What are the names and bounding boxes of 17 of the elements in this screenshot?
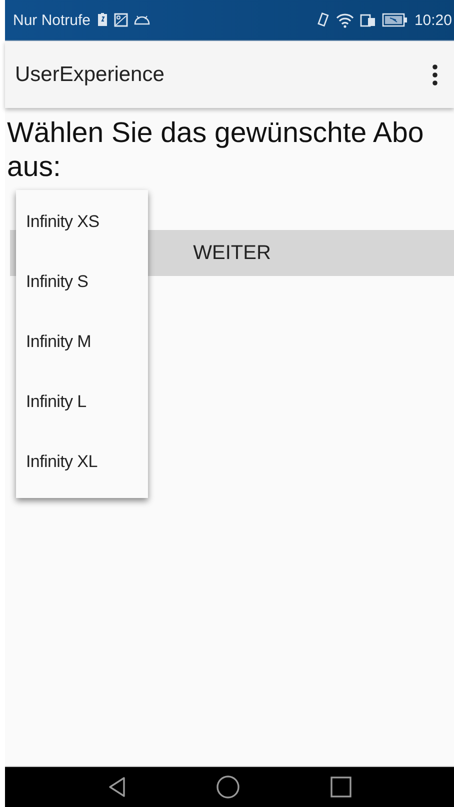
sim-icon	[360, 13, 376, 27]
overflow-menu-icon[interactable]	[432, 64, 438, 86]
back-icon[interactable]	[108, 776, 126, 798]
home-icon[interactable]	[216, 775, 240, 799]
image-icon	[114, 13, 128, 27]
app-title: UserExperience	[15, 62, 166, 86]
vibrate-icon	[316, 12, 330, 28]
clock-time: 10:20	[414, 12, 452, 28]
menu-item[interactable]: Infinity L	[16, 372, 148, 432]
carrier-name: Nur Notrufe	[13, 12, 91, 28]
recent-apps-icon[interactable]	[330, 776, 352, 798]
prompt-text: Wählen Sie das gewünschte Abo aus:	[7, 116, 425, 184]
battery-charging-icon	[382, 13, 408, 27]
wifi-icon	[336, 12, 354, 28]
menu-item[interactable]: Infinity M	[16, 312, 148, 372]
battery-icon	[96, 13, 108, 27]
menu-item[interactable]: Infinity XL	[16, 432, 148, 492]
